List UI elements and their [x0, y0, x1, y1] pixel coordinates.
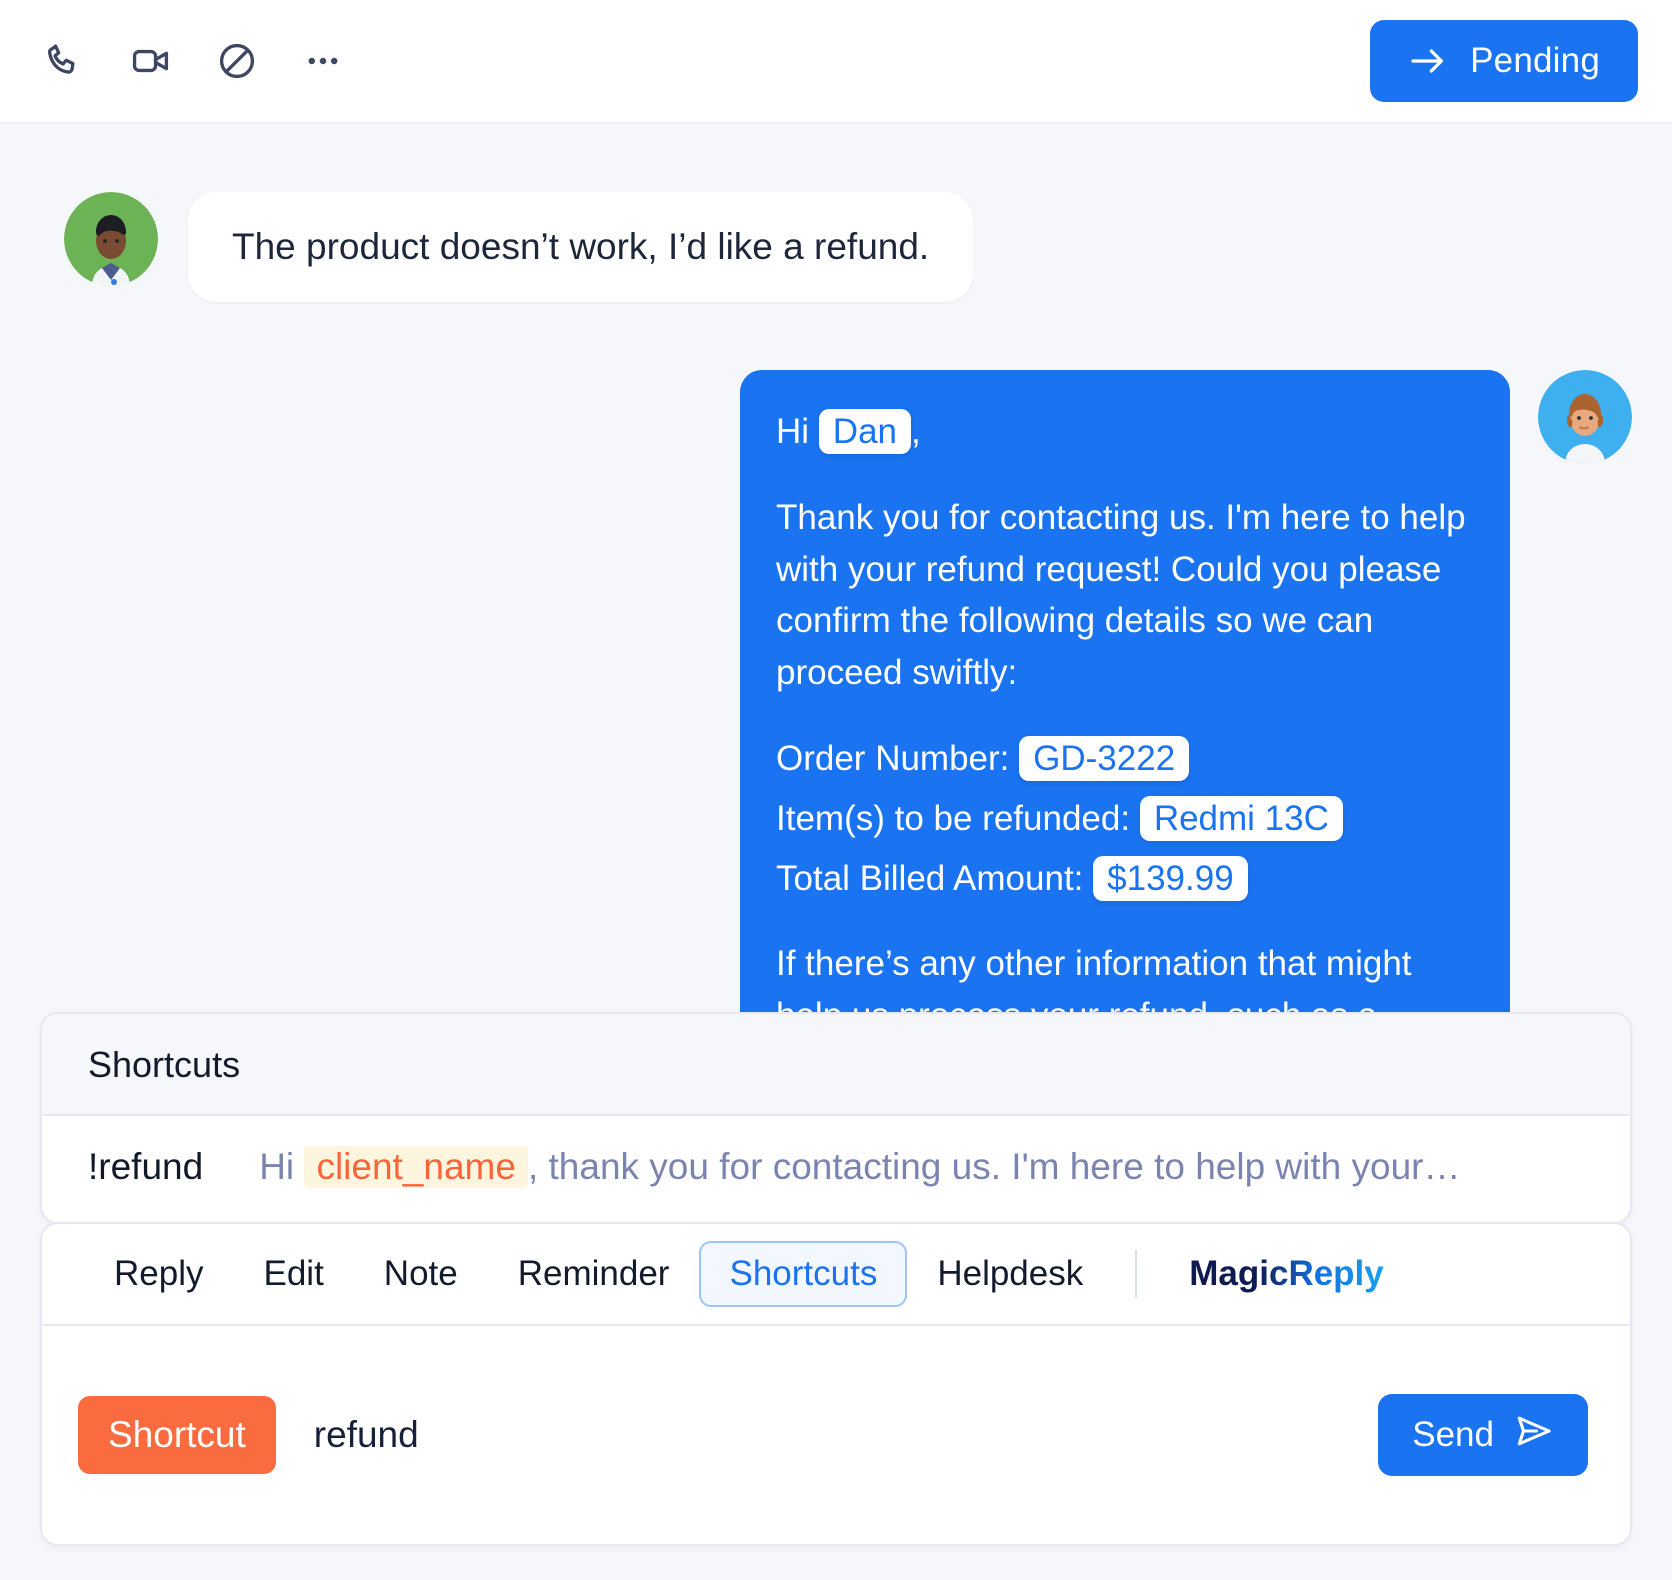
shortcuts-panel-title: Shortcuts: [42, 1014, 1630, 1116]
tab-divider: [1135, 1250, 1138, 1298]
outgoing-paragraph-2: If there’s any other information that mi…: [776, 944, 1412, 1014]
toolbar-icon-group: [42, 38, 346, 84]
tab-shortcuts[interactable]: Shortcuts: [699, 1241, 908, 1307]
shortcut-variable-chip: client_name: [304, 1146, 528, 1188]
shortcut-preview-suffix: , thank you for contacting us. I'm here …: [527, 1146, 1461, 1187]
shortcut-key: !refund: [88, 1146, 204, 1187]
composer-input-row: Shortcut refund Send: [42, 1326, 1630, 1544]
refund-details: Order Number: GD-3222 Item(s) to be refu…: [776, 733, 1470, 904]
conversation-toolbar: Pending: [0, 0, 1672, 124]
incoming-message-text: The product doesn’t work, I’d like a ref…: [232, 226, 930, 267]
detail-order-number-value[interactable]: GD-3222: [1019, 735, 1190, 782]
detail-items: Item(s) to be refunded: Redmi 13C: [776, 793, 1470, 845]
status-pending-button[interactable]: Pending: [1370, 20, 1638, 102]
greeting-prefix: Hi: [776, 411, 810, 451]
composer-left-group: Shortcut refund: [78, 1396, 419, 1474]
shortcut-preview-prefix: Hi: [259, 1146, 295, 1187]
composer-panel: Reply Edit Note Reminder Shortcuts Helpd…: [40, 1222, 1632, 1546]
detail-total: Total Billed Amount: $139.99: [776, 853, 1470, 905]
shortcut-preview: Hi client_name, thank you for contacting…: [259, 1146, 1461, 1188]
composer-tabbar: Reply Edit Note Reminder Shortcuts Helpd…: [42, 1224, 1630, 1326]
send-button-label: Send: [1412, 1415, 1494, 1454]
tab-helpdesk[interactable]: Helpdesk: [907, 1241, 1113, 1307]
video-icon[interactable]: [128, 38, 174, 84]
send-button[interactable]: Send: [1378, 1394, 1588, 1476]
detail-items-value[interactable]: Redmi 13C: [1139, 795, 1343, 842]
outgoing-paragraph-1: Thank you for contacting us. I'm here to…: [776, 497, 1466, 693]
outgoing-message-bubble: Hi Dan, Thank you for contacting us. I'm…: [740, 369, 1510, 1014]
detail-total-label: Total Billed Amount:: [776, 858, 1084, 898]
client-name-chip[interactable]: Dan: [818, 408, 912, 455]
detail-order-number: Order Number: GD-3222: [776, 733, 1470, 785]
shortcut-list-item[interactable]: !refund Hi client_name, thank you for co…: [42, 1116, 1630, 1222]
tab-magicreply[interactable]: MagicReply: [1159, 1241, 1414, 1307]
detail-items-label: Item(s) to be refunded:: [776, 798, 1131, 838]
agent-avatar: [1538, 369, 1632, 464]
more-icon[interactable]: [300, 38, 346, 84]
incoming-message-bubble: The product doesn’t work, I’d like a ref…: [188, 192, 974, 302]
status-pending-label: Pending: [1470, 41, 1600, 80]
detail-order-number-label: Order Number:: [776, 738, 1010, 778]
tab-note[interactable]: Note: [354, 1241, 488, 1307]
detail-total-value[interactable]: $139.99: [1093, 855, 1248, 901]
greeting-suffix: ,: [911, 411, 921, 451]
message-incoming: The product doesn’t work, I’d like a ref…: [64, 192, 1632, 302]
tab-reminder[interactable]: Reminder: [488, 1241, 700, 1307]
shortcut-badge: Shortcut: [78, 1396, 276, 1474]
phone-icon[interactable]: [42, 38, 88, 84]
composer-value-text[interactable]: refund: [314, 1414, 419, 1456]
customer-avatar: [64, 192, 158, 286]
block-icon[interactable]: [214, 38, 260, 84]
outgoing-greeting: Hi Dan,: [776, 406, 1470, 458]
chat-app-window: Pending The product doesn’t work, I’d li…: [0, 0, 1672, 1580]
shortcuts-panel: Shortcuts !refund Hi client_name, thank …: [40, 1012, 1632, 1224]
message-outgoing: Hi Dan, Thank you for contacting us. I'm…: [64, 369, 1632, 1014]
paper-plane-icon: [1514, 1413, 1554, 1458]
tab-reply[interactable]: Reply: [84, 1241, 233, 1307]
arrow-right-icon: [1408, 44, 1448, 78]
message-list: The product doesn’t work, I’d like a ref…: [0, 124, 1672, 1014]
tab-edit[interactable]: Edit: [233, 1241, 353, 1307]
